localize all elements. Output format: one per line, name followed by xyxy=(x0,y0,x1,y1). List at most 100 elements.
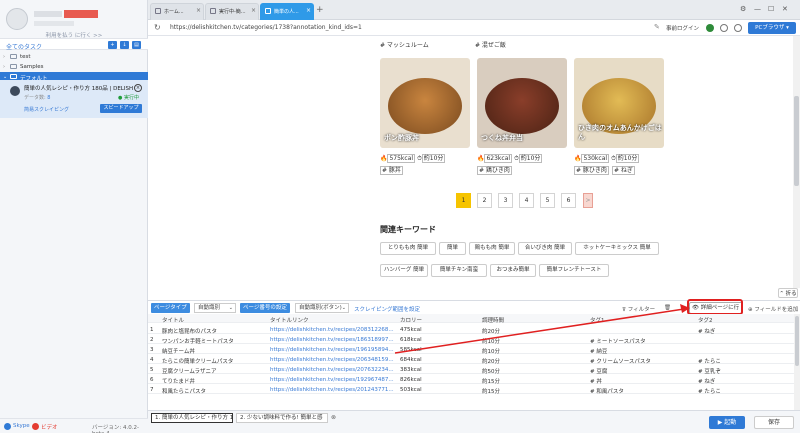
table-cell[interactable]: https://delishkitchen.tv/recipes/2076322… xyxy=(270,367,396,373)
column-header[interactable]: 調理時間 xyxy=(482,316,586,324)
table-cell[interactable]: 約10分 xyxy=(482,347,586,355)
page-5[interactable]: 5 xyxy=(540,193,555,208)
table-cell[interactable]: 5 xyxy=(150,367,158,373)
keyword-chip[interactable]: ホットケーキミックス 簡単 xyxy=(575,242,659,255)
tag-text[interactable]: # 混ぜご飯 xyxy=(475,40,506,49)
close-icon[interactable]: × xyxy=(251,7,256,14)
scrollbar-thumb[interactable] xyxy=(795,316,799,366)
page-type-select[interactable]: 自動識別 ⌄ xyxy=(194,303,236,313)
table-cell[interactable]: https://delishkitchen.tv/recipes/2063481… xyxy=(270,357,396,363)
skype-icon[interactable] xyxy=(4,423,11,430)
reload-icon[interactable]: ↻ xyxy=(154,23,161,32)
table-cell[interactable]: https://delishkitchen.tv/recipes/2012437… xyxy=(270,387,396,393)
table-cell[interactable]: 約50分 xyxy=(482,367,586,375)
table-cell[interactable]: # 納豆 xyxy=(590,347,694,355)
table-cell[interactable]: 7 xyxy=(150,387,158,393)
edit-icon[interactable]: ✎ xyxy=(654,23,660,31)
settings-icon[interactable]: ⚙ xyxy=(740,5,746,13)
youtube-icon[interactable] xyxy=(32,423,39,430)
pre-login-button[interactable]: 事前ログイン xyxy=(666,24,699,32)
scrollbar-thumb[interactable] xyxy=(794,96,799,186)
keyword-chip[interactable]: おつまみ簡単 xyxy=(490,264,536,277)
table-cell[interactable]: # ミートソースパスタ xyxy=(590,337,694,345)
add-field-button[interactable]: ⊕ フィールドを追加 xyxy=(748,305,798,313)
page-4[interactable]: 4 xyxy=(519,193,534,208)
pc-browser-button[interactable]: PCブラウザ ▾ xyxy=(748,22,796,34)
table-cell[interactable]: 約20分 xyxy=(482,357,586,365)
table-cell[interactable]: 3 xyxy=(150,347,158,353)
table-cell[interactable]: 約15分 xyxy=(482,387,586,395)
table-row[interactable]: 6 てりたまド井 https://delishkitchen.tv/recipes/… xyxy=(148,375,794,385)
table-cell[interactable]: https://delishkitchen.tv/recipes/2083122… xyxy=(270,327,396,333)
keyword-chip[interactable]: 鶏もも肉 簡単 xyxy=(469,242,515,255)
task-card[interactable]: 簡単の人気レシピ・作り方 180品 | DELISH × データ数: 8 ● 実… xyxy=(0,80,148,118)
table-cell[interactable]: # 丼 xyxy=(590,377,694,385)
page-tab-1[interactable]: 1. 簡単の人気レシピ・作り方 180 xyxy=(151,413,233,423)
new-tab-icon[interactable]: + xyxy=(316,5,324,15)
close-icon[interactable]: × xyxy=(306,7,311,14)
table-cell[interactable]: 383kcal xyxy=(400,367,478,373)
column-header[interactable]: タグ1 xyxy=(590,316,694,324)
page-6[interactable]: 6 xyxy=(561,193,576,208)
table-cell[interactable]: 6 xyxy=(150,377,158,383)
table-cell[interactable]: 豚肉と塩昆布のパスタ xyxy=(162,327,266,335)
table-cell[interactable]: 585kcal xyxy=(400,347,478,353)
data-table[interactable]: タイトル タイトルリンク カロリー 調理時間 タグ1 タグ2 1 豚肉と塩昆布のパスタ http… xyxy=(148,314,800,410)
smile-icon[interactable] xyxy=(734,24,742,32)
table-row[interactable]: 5 豆腐クリームラザニア https://delishkitchen.tv/reci… xyxy=(148,365,794,375)
tab-home[interactable]: ホーム... × xyxy=(150,3,204,20)
table-cell[interactable]: 和風たらこパスタ xyxy=(162,387,266,395)
page-1[interactable]: 1 xyxy=(456,193,471,208)
table-cell[interactable]: # ねぎ xyxy=(698,377,792,385)
table-cell[interactable]: # 豆乳ぞ xyxy=(698,367,792,375)
scraping-range-link[interactable]: スクレイピング範囲を設定 xyxy=(354,305,420,313)
table-header-row[interactable]: タイトル タイトルリンク カロリー 調理時間 タグ1 タグ2 xyxy=(148,314,794,324)
table-cell[interactable]: 約10分 xyxy=(482,337,586,345)
globe-icon[interactable] xyxy=(720,24,728,32)
table-scrollbar[interactable] xyxy=(794,314,800,410)
table-cell[interactable]: # たらこ xyxy=(698,387,792,395)
web-scrollbar[interactable] xyxy=(793,36,800,288)
all-tasks-label[interactable]: 全てのタスク xyxy=(6,42,42,51)
table-row[interactable]: 1 豚肉と塩昆布のパスタ https://delishkitchen.tv/reci… xyxy=(148,325,794,335)
table-row[interactable]: 4 たらこの簡単クリームパスタ https://delishkitchen.tv/r… xyxy=(148,355,794,365)
close-icon[interactable]: × xyxy=(196,7,201,14)
new-task-icon[interactable]: + xyxy=(108,41,117,49)
keyword-chip[interactable]: 簡単 xyxy=(439,242,466,255)
tag-text[interactable]: # マッシュルーム xyxy=(380,40,429,49)
table-cell[interactable]: たらこの簡単クリームパスタ xyxy=(162,357,266,365)
recipe-card-image[interactable]: つくね丼弁当 xyxy=(477,58,567,148)
filter-button[interactable]: ⊽ フィルター xyxy=(622,305,655,313)
keyword-chip[interactable]: 簡単フレンチトースト xyxy=(539,264,609,277)
table-cell[interactable]: 1 xyxy=(150,327,158,333)
keyword-chip[interactable]: 合いびき肉 簡単 xyxy=(518,242,572,255)
recipe-card-image[interactable]: ひき肉のオムあんかけごはん xyxy=(574,58,664,148)
column-header[interactable]: カロリー xyxy=(400,316,478,324)
tab-recipes[interactable]: 簡単の人... × xyxy=(260,3,314,20)
table-row[interactable]: 3 納豆チーム丼 https://delishkitchen.tv/recipes/… xyxy=(148,345,794,355)
fold-button[interactable]: ⌃ 折る xyxy=(778,288,798,298)
avatar[interactable] xyxy=(6,8,28,30)
table-cell[interactable]: 684kcal xyxy=(400,357,478,363)
column-header[interactable]: タイトル xyxy=(162,316,266,324)
table-cell[interactable]: https://delishkitchen.tv/recipes/1863189… xyxy=(270,337,396,343)
column-header[interactable]: タグ2 xyxy=(698,316,792,324)
web-view[interactable]: # マッシュルーム # 混ぜご飯 ポン酢豚丼 🔥 575kcal ⏱ 約10分 # 豚… xyxy=(148,36,800,288)
keyword-chip[interactable]: ハンバーグ 簡単 xyxy=(380,264,428,277)
close-icon[interactable]: × xyxy=(134,84,142,92)
run-button[interactable]: ▶ 起動 xyxy=(709,416,745,429)
maximize-icon[interactable]: ☐ xyxy=(768,5,774,13)
user-area[interactable] xyxy=(6,6,142,30)
table-cell[interactable]: 4 xyxy=(150,357,158,363)
video-link[interactable]: ビデオ xyxy=(41,423,58,431)
trash-icon[interactable]: 🗑 xyxy=(664,305,671,311)
table-row[interactable]: 2 ワンパンお手軽ミートパスタ https://delishkitchen.tv/r… xyxy=(148,335,794,345)
close-icon[interactable]: ⊗ xyxy=(331,414,336,421)
table-cell[interactable]: 約15分 xyxy=(482,377,586,385)
import-icon[interactable]: ↓ xyxy=(120,41,129,49)
url-field[interactable]: https://delishkitchen.tv/categories/1738… xyxy=(170,24,362,31)
skype-link[interactable]: Skype xyxy=(13,423,30,429)
close-window-icon[interactable]: ✕ xyxy=(782,5,788,13)
table-cell[interactable]: https://delishkitchen.tv/recipes/1929674… xyxy=(270,377,396,383)
keyword-chip[interactable]: とりもも肉 簡単 xyxy=(380,242,436,255)
